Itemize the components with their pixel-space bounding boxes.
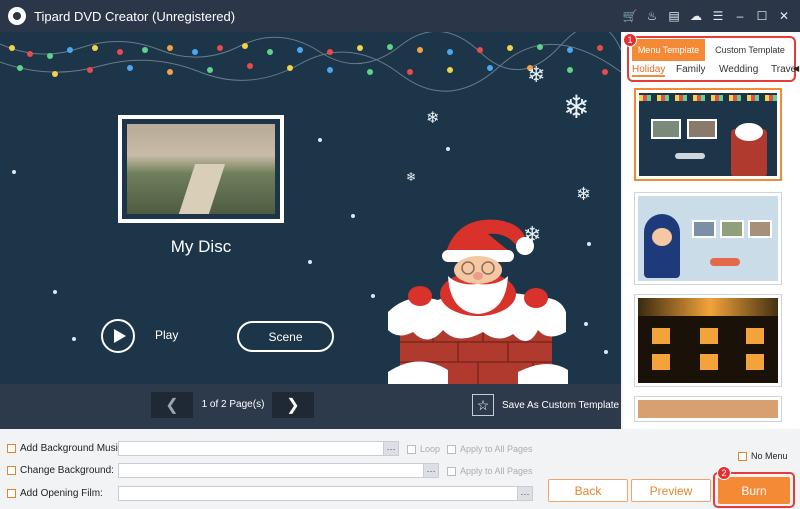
template-thumbnail[interactable]	[634, 294, 782, 387]
cart-icon[interactable]: 🛒	[622, 8, 638, 24]
apply-all-label: Apply to All Pages	[460, 466, 533, 476]
step-badge-2: 2	[717, 466, 731, 480]
tab-scroll-arrow-icon[interactable]: ◀	[793, 64, 799, 73]
checkbox[interactable]	[7, 489, 16, 498]
burn-button[interactable]: Burn	[718, 477, 790, 504]
snowflake-icon: ❄	[527, 62, 546, 87]
flame-icon[interactable]: ♨	[644, 8, 660, 24]
step-badge-1: 1	[623, 33, 637, 47]
save-as-custom-template-button[interactable]: ☆ Save As Custom Template	[472, 394, 619, 416]
menu-preview: ❄ ❄ ❄ ❄ ❄ ❄ My Disc Play Scene	[0, 32, 621, 384]
menu-icon[interactable]: ☰	[710, 8, 726, 24]
background-music-field[interactable]	[118, 441, 384, 456]
checkbox[interactable]	[738, 451, 747, 461]
checkbox[interactable]	[447, 466, 456, 476]
next-page-button[interactable]: ❯	[272, 392, 314, 418]
maximize-icon[interactable]: ☐	[754, 8, 770, 24]
disc-thumbnail[interactable]	[118, 115, 284, 223]
add-opening-film-option[interactable]: Add Opening Film:	[7, 488, 103, 499]
thumbnail-image	[127, 124, 275, 214]
checkbox[interactable]	[7, 444, 16, 453]
template-thumbnail[interactable]	[634, 192, 782, 285]
background-field[interactable]	[118, 463, 424, 478]
disc-title[interactable]: My Disc	[118, 237, 284, 257]
previous-page-button[interactable]: ❮	[151, 392, 193, 418]
category-tab-holiday[interactable]: Holiday	[632, 64, 666, 77]
template-thumbnail[interactable]	[634, 88, 782, 181]
document-icon[interactable]: ▤	[666, 8, 682, 24]
no-menu-label: No Menu	[751, 451, 788, 461]
checkbox[interactable]	[7, 466, 16, 475]
apply-all-label: Apply to All Pages	[460, 444, 533, 454]
change-background-option[interactable]: Change Background:	[7, 465, 114, 476]
preview-button[interactable]: Preview	[631, 479, 711, 502]
apply-all-pages-option-1[interactable]: Apply to All Pages	[447, 444, 533, 454]
play-label[interactable]: Play	[155, 328, 178, 342]
page-indicator: 1 of 2 Page(s)	[201, 399, 265, 410]
title-bar-icons: 🛒 ♨ ▤ ☁ ☰ – ☐ ✕	[622, 0, 792, 32]
title-bar: Tipard DVD Creator (Unregistered) 🛒 ♨ ▤ …	[0, 0, 800, 32]
save-template-label: Save As Custom Template	[502, 399, 620, 411]
checkbox[interactable]	[447, 444, 456, 454]
template-thumbnail[interactable]	[634, 396, 782, 422]
scene-button[interactable]: Scene	[237, 321, 334, 352]
opening-film-label: Add Opening Film:	[20, 488, 103, 499]
page-navigation-bar: ❮ 1 of 2 Page(s) ❯ ☆ Save As Custom Temp…	[0, 384, 621, 429]
browse-music-button[interactable]: ···	[383, 441, 399, 456]
apply-all-pages-option-2[interactable]: Apply to All Pages	[447, 466, 533, 476]
change-bg-label: Change Background:	[20, 465, 114, 476]
feedback-icon[interactable]: ☁	[688, 8, 704, 24]
category-tab-family[interactable]: Family	[676, 64, 705, 75]
loop-label: Loop	[420, 444, 441, 454]
app-title: Tipard DVD Creator (Unregistered)	[34, 8, 236, 24]
loop-option[interactable]: Loop	[407, 444, 440, 454]
snowflake-icon: ❄	[576, 184, 592, 204]
snowflake-icon: ❄	[426, 110, 440, 127]
category-tab-wedding[interactable]: Wedding	[719, 64, 758, 75]
browse-background-button[interactable]: ···	[423, 463, 439, 478]
no-menu-option[interactable]: No Menu	[738, 451, 788, 461]
add-background-music-option[interactable]: Add Background Music:	[7, 443, 126, 454]
close-icon[interactable]: ✕	[776, 8, 792, 24]
snowflake-icon: ❄	[406, 170, 417, 184]
back-button[interactable]: Back	[548, 479, 628, 502]
checkbox[interactable]	[407, 444, 416, 454]
minimize-icon[interactable]: –	[732, 8, 748, 24]
play-button[interactable]	[101, 319, 135, 353]
snowflake-icon: ❄	[563, 89, 590, 125]
bg-music-label: Add Background Music:	[20, 443, 126, 454]
app-logo-icon	[8, 7, 26, 25]
opening-film-field[interactable]	[118, 486, 518, 501]
star-icon: ☆	[472, 394, 494, 416]
browse-film-button[interactable]: ···	[517, 486, 533, 501]
santa-chimney-illustration	[388, 219, 568, 384]
